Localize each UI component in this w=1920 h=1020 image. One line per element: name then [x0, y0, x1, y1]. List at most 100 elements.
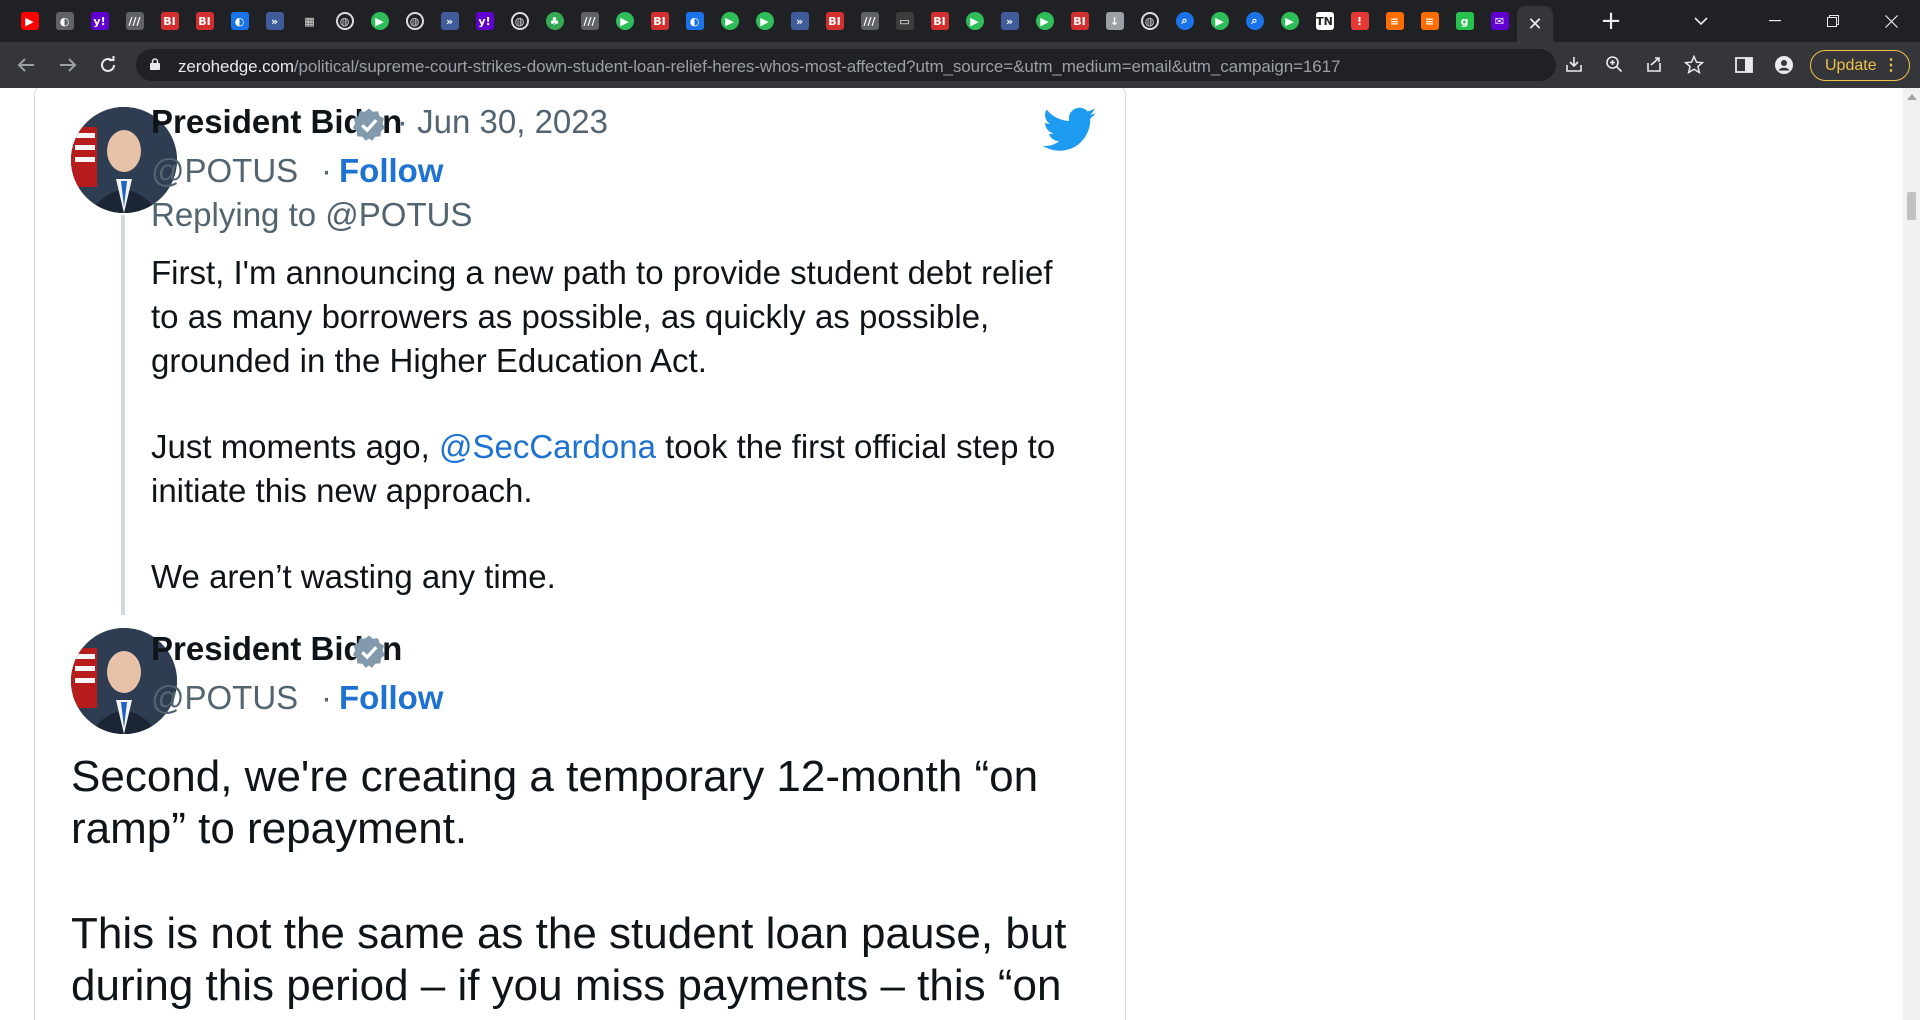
browser-tab[interactable]: BI [152, 6, 187, 36]
handle-separator: · [321, 152, 332, 189]
browser-tab[interactable]: ▶ [747, 6, 782, 36]
browser-tab[interactable]: BI [922, 6, 957, 36]
browser-tab[interactable]: y! [467, 6, 502, 36]
scroll-thumb[interactable] [1907, 192, 1916, 220]
zoom-button[interactable] [1604, 55, 1624, 75]
browser-tab[interactable]: ◍ [327, 6, 362, 36]
browser-tab[interactable]: BI [642, 6, 677, 36]
browser-tab[interactable]: ! [1342, 6, 1377, 36]
author-handle[interactable]: @POTUS [151, 679, 298, 717]
restore-button[interactable] [1804, 0, 1862, 42]
tweet-date[interactable]: · Jun 30, 2023 [397, 103, 608, 141]
globe-icon: ◍ [1140, 12, 1159, 30]
back-button[interactable] [12, 51, 40, 79]
browser-tab[interactable]: ▶ [607, 6, 642, 36]
browser-tab[interactable]: BI [187, 6, 222, 36]
new-tab-button[interactable]: + [1597, 6, 1625, 36]
browser-tab[interactable]: ✉ [1482, 6, 1517, 36]
browser-tab[interactable]: » [992, 6, 1027, 36]
browser-tab[interactable]: ▶ [957, 6, 992, 36]
browser-tab[interactable]: ◍ [502, 6, 537, 36]
browser-tab[interactable]: ↓ [1097, 6, 1132, 36]
close-window-button[interactable] [1862, 0, 1920, 42]
browser-toolbar: zerohedge.com/political/supreme-court-st… [0, 42, 1920, 88]
follow-link[interactable]: Follow [339, 679, 443, 717]
browser-tab[interactable]: ◐ [47, 6, 82, 36]
browser-tab[interactable]: ◐ [677, 6, 712, 36]
reload-button[interactable] [94, 51, 122, 79]
lock-icon[interactable] [150, 58, 160, 70]
tweet-text-segment: took the first official step to [655, 428, 1056, 465]
grid-icon: ▦ [304, 14, 315, 28]
browser-tab[interactable]: ◐ [222, 6, 257, 36]
browser-tab[interactable]: BI [1062, 6, 1097, 36]
author-handle[interactable]: @POTUS [151, 152, 298, 190]
tweet-text-line: Just moments ago, @SecCardona took the f… [151, 425, 1055, 469]
browser-tab[interactable]: ≡ [1412, 6, 1447, 36]
tweet-text-line: initiate this new approach. [151, 472, 533, 509]
browser-tab[interactable]: ≡ [1377, 6, 1412, 36]
bookmark-star-button[interactable] [1683, 54, 1705, 75]
browser-tab[interactable]: ▦ [292, 6, 327, 36]
browser-tab[interactable]: ▶ [1202, 6, 1237, 36]
follow-link[interactable]: Follow [339, 152, 443, 190]
business-insider-icon: BI [160, 12, 179, 30]
restore-icon [1827, 15, 1839, 27]
tab-search-button[interactable] [1672, 0, 1730, 42]
business-insider-icon: BI [650, 12, 669, 30]
business-insider-icon: BI [195, 12, 214, 30]
browser-tab[interactable]: g [1447, 6, 1482, 36]
play-icon: ▶ [720, 12, 739, 30]
verified-badge-icon [352, 635, 385, 668]
browser-tab[interactable]: /// [572, 6, 607, 36]
browser-tab[interactable]: ▶ [1272, 6, 1307, 36]
browser-tab[interactable]: ♣ [537, 6, 572, 36]
browser-tab[interactable]: ▶ [362, 6, 397, 36]
side-panel-button[interactable] [1730, 51, 1758, 79]
play-icon: ▶ [615, 12, 634, 30]
browser-tab[interactable]: /// [117, 6, 152, 36]
active-tab[interactable]: ✕ [1517, 6, 1553, 42]
profile-icon [1775, 56, 1793, 74]
embedded-tweet[interactable]: President Biden · Jun 30, 2023 @POTUS · … [34, 88, 1126, 1020]
browser-tab[interactable]: TN [1307, 6, 1342, 36]
page-scrollbar[interactable] [1903, 88, 1920, 1020]
mention-link[interactable]: @SecCardona [439, 428, 656, 465]
arrow-left-icon [17, 58, 34, 72]
browser-tab[interactable]: ⌕ [1167, 6, 1202, 36]
browser-tab[interactable]: » [257, 6, 292, 36]
forward-button[interactable] [54, 51, 82, 79]
replying-to[interactable]: Replying to @POTUS [151, 196, 472, 234]
share-button[interactable] [1644, 55, 1664, 75]
browser-tab[interactable]: ▭ [887, 6, 922, 36]
browser-tab[interactable]: » [782, 6, 817, 36]
yahoo-icon: y! [475, 12, 494, 30]
chevron-down-icon [1694, 17, 1708, 26]
browser-tab[interactable]: » [432, 6, 467, 36]
browser-tab[interactable]: ◍ [1132, 6, 1167, 36]
business-insider-icon: BI [930, 12, 949, 30]
play-icon: ▶ [370, 12, 389, 30]
browser-tab[interactable]: ◍ [397, 6, 432, 36]
download-icon: ↓ [1105, 12, 1124, 30]
browser-tab[interactable]: /// [852, 6, 887, 36]
play-icon: ▶ [755, 12, 774, 30]
twitter-bird-icon[interactable] [1043, 107, 1097, 153]
install-app-button[interactable] [1564, 55, 1584, 75]
profile-button[interactable] [1770, 51, 1798, 79]
browser-tab[interactable]: ▶ [1027, 6, 1062, 36]
minimize-button[interactable] [1746, 0, 1804, 42]
url-text[interactable]: zerohedge.com/political/supreme-court-st… [178, 57, 1340, 77]
shield-icon: ◐ [230, 12, 249, 30]
browser-tab[interactable]: BI [817, 6, 852, 36]
browser-tab[interactable]: ▶ [712, 6, 747, 36]
browser-tab[interactable]: y! [82, 6, 117, 36]
tab-close-icon[interactable]: ✕ [1527, 14, 1542, 35]
tweet-text-line: ramp” to repayment. [71, 804, 468, 853]
browser-tab[interactable]: ▶ [12, 6, 47, 36]
update-button[interactable]: Update ⋮ [1810, 50, 1910, 81]
address-bar[interactable]: zerohedge.com/political/supreme-court-st… [136, 49, 1705, 81]
browser-tab[interactable]: ⌕ [1237, 6, 1272, 36]
scroll-up-arrow-icon[interactable] [1907, 94, 1917, 100]
tweet-text-line: First, I'm announcing a new path to prov… [151, 254, 1053, 291]
